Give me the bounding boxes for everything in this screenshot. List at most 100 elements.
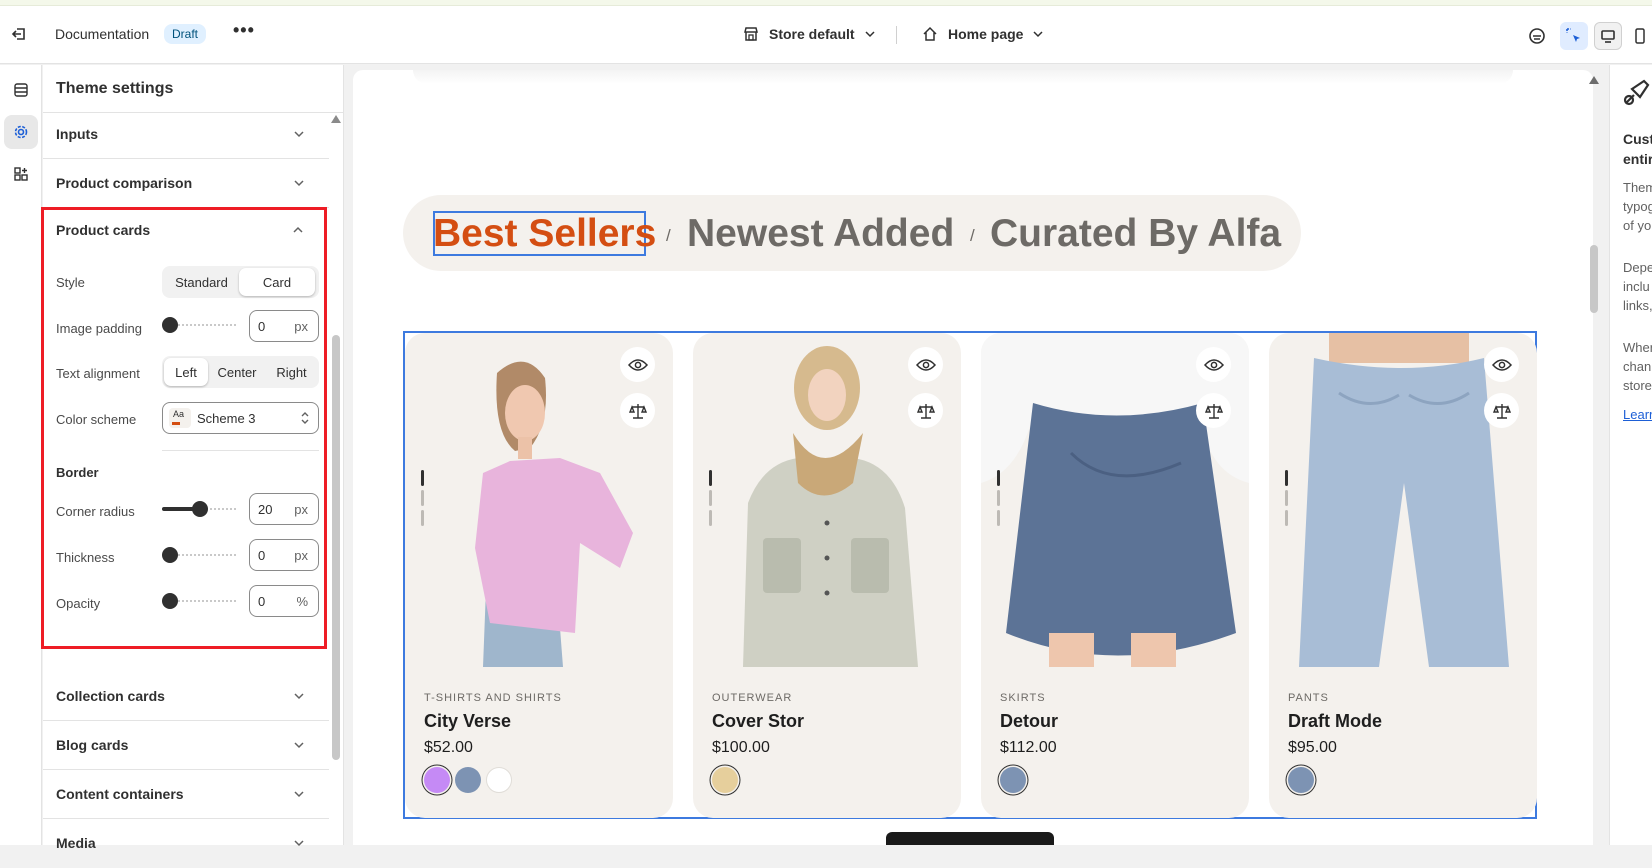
- apps-button[interactable]: [4, 157, 38, 191]
- compare-button[interactable]: [1484, 393, 1519, 428]
- section-inputs[interactable]: Inputs: [43, 110, 329, 159]
- bottom-toolbar[interactable]: [886, 832, 1054, 845]
- product-card[interactable]: SKIRTS Detour $112.00: [981, 333, 1249, 818]
- divider: [162, 450, 319, 451]
- scheme-preview-text: Aa: [173, 409, 185, 419]
- compare-button[interactable]: [1196, 393, 1231, 428]
- slider-knob[interactable]: [192, 501, 208, 517]
- page-selector[interactable]: Home page: [922, 26, 1043, 42]
- product-category: PANTS: [1288, 692, 1329, 704]
- product-card[interactable]: T-SHIRTS AND SHIRTS City Verse $52.00: [405, 333, 673, 818]
- compare-button[interactable]: [620, 393, 655, 428]
- help-heading-line: entir: [1623, 151, 1652, 167]
- section-label[interactable]: Product cards: [56, 222, 150, 238]
- product-name[interactable]: Draft Mode: [1288, 711, 1382, 732]
- image-pagination-dots[interactable]: [1285, 470, 1289, 530]
- alignment-option-left[interactable]: Left: [164, 358, 208, 386]
- help-text-line: store: [1623, 378, 1652, 393]
- help-panel: Cust entir Them typog of yo Depe inclu l…: [1609, 65, 1652, 845]
- text-alignment-label: Text alignment: [56, 366, 140, 381]
- theme-settings-button[interactable]: [4, 115, 38, 149]
- quick-view-button[interactable]: [620, 347, 655, 382]
- product-name[interactable]: City Verse: [424, 711, 511, 732]
- chevron-up-icon[interactable]: [292, 224, 304, 236]
- image-pagination-dots[interactable]: [709, 470, 713, 530]
- opacity-slider[interactable]: [162, 591, 238, 611]
- chevron-down-icon: [294, 180, 304, 187]
- quick-view-button[interactable]: [1484, 347, 1519, 382]
- product-image[interactable]: [693, 333, 961, 667]
- product-image[interactable]: [405, 333, 673, 667]
- eye-icon: [1203, 358, 1224, 371]
- scroll-up-arrow-icon[interactable]: [331, 115, 341, 123]
- color-swatch-white[interactable]: [486, 767, 512, 793]
- exit-icon[interactable]: [10, 25, 28, 43]
- sidebar-scroll-thumb[interactable]: [332, 335, 340, 760]
- image-pagination-dots[interactable]: [421, 470, 425, 530]
- quick-view-button[interactable]: [908, 347, 943, 382]
- image-pagination-dots[interactable]: [997, 470, 1001, 530]
- tab-curated-by-alfa[interactable]: Curated By Alfa: [990, 212, 1281, 256]
- border-heading: Border: [56, 465, 99, 480]
- tab-best-sellers[interactable]: Best Sellers: [433, 212, 656, 256]
- color-swatch-blue[interactable]: [455, 767, 481, 793]
- product-photo-jeans: [1299, 333, 1509, 667]
- product-name[interactable]: Detour: [1000, 711, 1058, 732]
- section-collection-cards[interactable]: Collection cards: [43, 672, 329, 721]
- corner-radius-slider[interactable]: [162, 499, 238, 519]
- sections-button[interactable]: [4, 73, 38, 107]
- section-blog-cards[interactable]: Blog cards: [43, 721, 329, 770]
- slider-knob[interactable]: [162, 593, 178, 609]
- color-swatch-beige[interactable]: [712, 767, 738, 793]
- corner-radius-input[interactable]: 20 px: [249, 493, 319, 525]
- product-price: $100.00: [712, 739, 770, 756]
- product-card[interactable]: PANTS Draft Mode $95.00: [1269, 333, 1537, 818]
- scroll-up-arrow-icon[interactable]: [1589, 76, 1599, 84]
- product-name[interactable]: Cover Stor: [712, 711, 804, 732]
- slider-knob[interactable]: [162, 547, 178, 563]
- compare-button[interactable]: [908, 393, 943, 428]
- color-swatch-blue[interactable]: [1000, 767, 1026, 793]
- input-value: 20: [258, 502, 273, 517]
- product-price: $95.00: [1288, 739, 1337, 756]
- color-swatch-blue[interactable]: [1288, 767, 1314, 793]
- product-card[interactable]: OUTERWEAR Cover Stor $100.00: [693, 333, 961, 818]
- product-price: $112.00: [1000, 739, 1057, 756]
- product-price: $52.00: [424, 739, 473, 756]
- alignment-option-center[interactable]: Center: [208, 358, 266, 386]
- product-image[interactable]: [981, 333, 1249, 667]
- chevron-down-icon: [865, 31, 875, 38]
- ai-button[interactable]: [1523, 22, 1551, 50]
- desktop-view-button[interactable]: [1594, 22, 1622, 50]
- mobile-view-button[interactable]: [1626, 22, 1652, 50]
- section-label: Content containers: [56, 786, 184, 802]
- image-padding-slider[interactable]: [162, 315, 238, 335]
- eye-icon: [627, 358, 648, 371]
- apps-icon: [14, 167, 28, 181]
- alignment-option-right[interactable]: Right: [266, 358, 317, 386]
- color-scheme-select[interactable]: Aa Scheme 3: [162, 402, 319, 434]
- image-padding-input[interactable]: 0 px: [249, 310, 319, 342]
- color-scheme-value: Scheme 3: [197, 411, 256, 426]
- tab-newest-added[interactable]: Newest Added: [687, 212, 954, 256]
- inspector-button[interactable]: [1560, 22, 1588, 50]
- product-image[interactable]: [1269, 333, 1537, 667]
- preview-scroll-thumb[interactable]: [1590, 245, 1598, 313]
- color-scheme-label: Color scheme: [56, 412, 137, 427]
- store-selector[interactable]: Store default: [743, 26, 875, 42]
- desktop-icon: [1601, 30, 1615, 43]
- more-actions-button[interactable]: •••: [233, 20, 255, 41]
- thickness-input[interactable]: 0 px: [249, 539, 319, 571]
- section-content-containers[interactable]: Content containers: [43, 770, 329, 819]
- thickness-slider[interactable]: [162, 545, 238, 565]
- style-option-card[interactable]: Card: [239, 268, 315, 296]
- preview-scrollbar[interactable]: [1588, 70, 1600, 845]
- section-product-comparison[interactable]: Product comparison: [43, 159, 329, 208]
- slider-knob[interactable]: [162, 317, 178, 333]
- learn-more-link[interactable]: Learr: [1623, 405, 1652, 424]
- quick-view-button[interactable]: [1196, 347, 1231, 382]
- opacity-input[interactable]: 0 %: [249, 585, 319, 617]
- section-media[interactable]: Media: [43, 819, 329, 868]
- style-option-standard[interactable]: Standard: [164, 268, 239, 296]
- color-swatch-violet[interactable]: [424, 767, 450, 793]
